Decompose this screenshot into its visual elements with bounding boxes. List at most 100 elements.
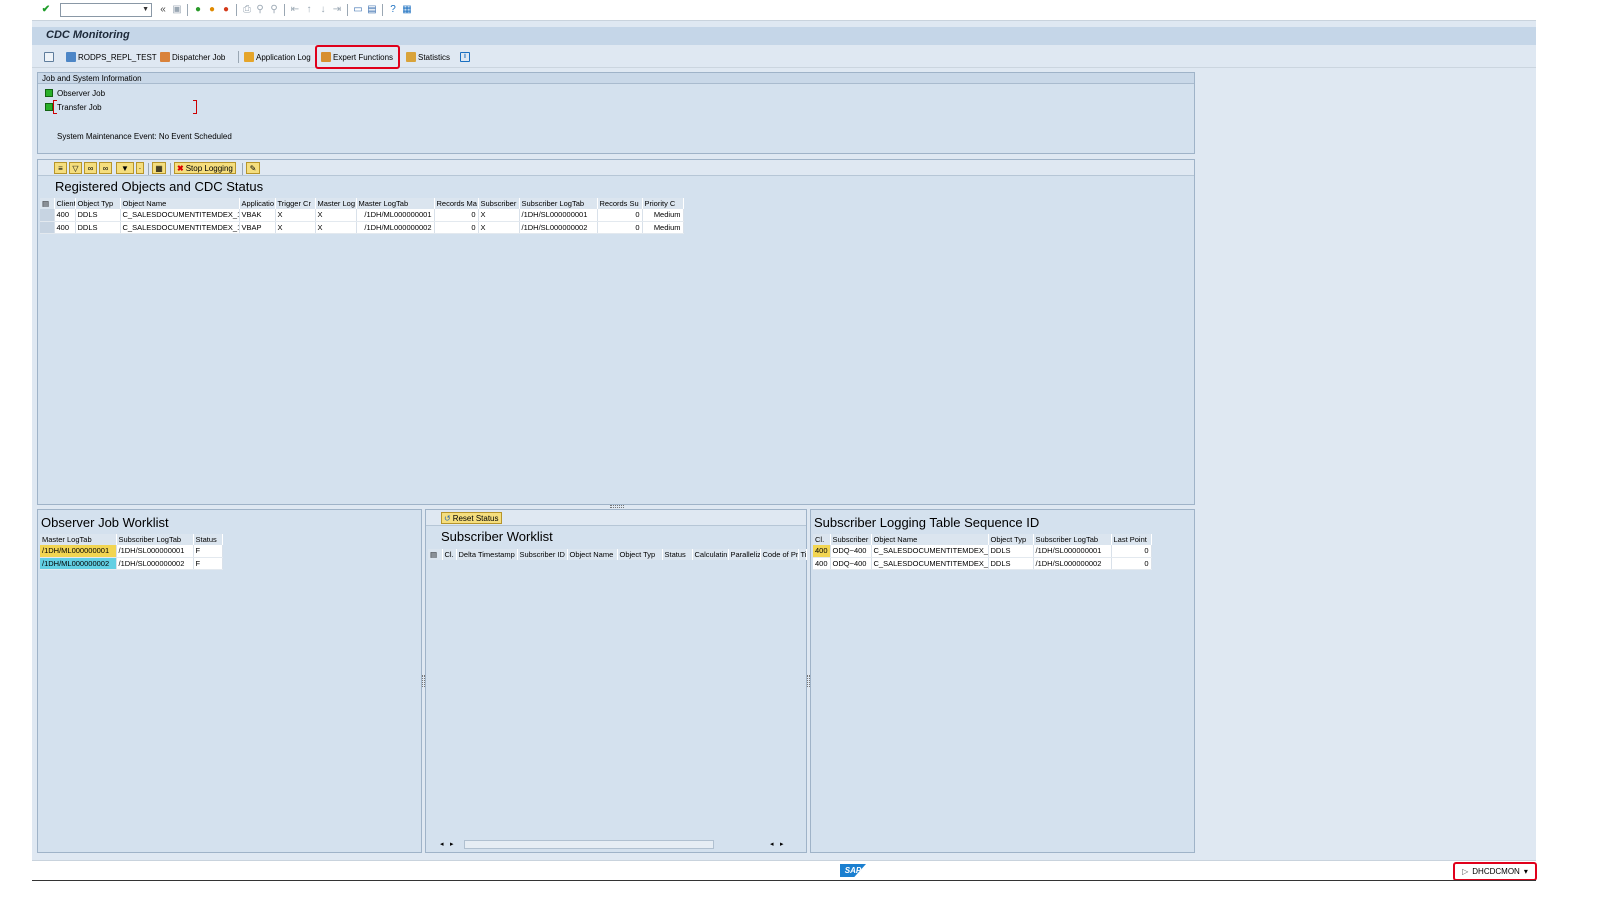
table-cell[interactable]: 400 — [813, 545, 831, 558]
dispatcher-job-button[interactable]: Dispatcher Job — [160, 51, 225, 63]
command-field[interactable]: ▼ — [60, 3, 152, 17]
table-cell: /1DH/SL000000001 — [1033, 545, 1112, 558]
table-cell: X — [478, 221, 520, 234]
info-button[interactable]: i — [460, 51, 470, 63]
column-header[interactable]: Applicatio — [239, 198, 276, 209]
previous-page-icon[interactable]: ↑ — [303, 4, 315, 16]
table-cell[interactable]: /1DH/ML000000002 — [40, 557, 117, 570]
table-row[interactable]: 400 DDLS C_SALESDOCUMENTITEMDEX_1 VBAK X… — [40, 209, 684, 222]
edit-icon[interactable]: ✎ — [246, 162, 260, 174]
find-next-icon[interactable]: ⚲ — [268, 4, 280, 16]
table-cell: /1DH/SL000000001 — [519, 209, 598, 222]
column-header[interactable]: Ti — [798, 549, 807, 560]
select-all-icon[interactable]: ▤ — [40, 198, 55, 209]
table-cell: X — [315, 221, 357, 234]
next-page-icon[interactable]: ↓ — [317, 4, 329, 16]
filter-dropdown-icon[interactable]: · — [136, 162, 144, 174]
column-header[interactable]: Calculatin — [692, 549, 729, 560]
column-header[interactable]: Subscriber — [478, 198, 520, 209]
scroll-left-end-icon[interactable]: ◂ — [770, 840, 774, 848]
observer-job-label[interactable]: Observer Job — [57, 89, 105, 98]
column-header[interactable]: Object Name — [567, 549, 618, 560]
column-header[interactable]: Subscriber — [830, 534, 872, 545]
column-header[interactable]: Object Typ — [75, 198, 121, 209]
binoculars-icon[interactable]: ∞ — [84, 162, 97, 174]
help-icon[interactable]: ? — [387, 4, 399, 16]
sort-icon[interactable]: ▽ — [69, 162, 82, 174]
refresh-button[interactable] — [44, 51, 54, 63]
stop-logging-button[interactable]: ✖ Stop Logging — [174, 162, 236, 174]
splitter-handle[interactable] — [610, 505, 624, 508]
statistics-button[interactable]: Statistics — [406, 51, 450, 63]
first-page-icon[interactable]: ⇤ — [289, 4, 301, 16]
column-header[interactable]: Subscriber LogTab — [519, 198, 598, 209]
filter-icon[interactable]: ▼ — [116, 162, 134, 174]
column-header[interactable]: Status — [193, 534, 223, 545]
save-icon[interactable]: ▣ — [171, 4, 183, 16]
reset-status-button[interactable]: ↺ Reset Status — [441, 512, 502, 524]
column-header[interactable]: Records Su — [597, 198, 643, 209]
table-header-row: Cl. Subscriber Object Name Object Typ Su… — [813, 534, 1152, 545]
column-header[interactable]: Object Name — [871, 534, 989, 545]
enter-check-icon[interactable]: ✔ — [40, 4, 52, 16]
column-header[interactable]: Master LogTab — [40, 534, 117, 545]
column-header[interactable]: Code of Pr — [760, 549, 799, 560]
back-icon[interactable]: ● — [192, 4, 204, 16]
scroll-right-end-icon[interactable]: ▸ — [780, 840, 784, 848]
column-header[interactable]: Delta Timestamp — [456, 549, 518, 560]
horizontal-scrollbar[interactable]: ◂ ▸ ◂ ▸ — [440, 839, 784, 850]
cancel-icon[interactable]: ● — [220, 4, 232, 16]
column-header[interactable]: Master Log — [315, 198, 357, 209]
rodps-repl-test-button[interactable]: RODPS_REPL_TEST — [66, 51, 157, 63]
layout-icon[interactable]: ▦ — [152, 162, 166, 174]
column-header[interactable]: Subscriber LogTab — [116, 534, 194, 545]
table-row[interactable]: 400 ODQ~400 C_SALESDOCUMENTITEMDEX_1 DDL… — [813, 545, 1152, 558]
column-header[interactable]: Subscriber ID — [517, 549, 568, 560]
column-header[interactable]: Object Name — [120, 198, 240, 209]
table-cell: /1DH/SL000000002 — [116, 557, 194, 570]
subscriber-worklist-toolbar: ↺ Reset Status — [426, 510, 806, 526]
column-header[interactable]: Trigger Cr — [275, 198, 316, 209]
create-shortcut-icon[interactable]: ▤ — [366, 4, 378, 16]
column-header[interactable]: Master LogTab — [356, 198, 435, 209]
scroll-left-icon[interactable]: ◂ — [440, 840, 444, 848]
table-row[interactable]: /1DH/ML000000002 /1DH/SL000000002 F — [40, 557, 223, 570]
chevron-down-icon[interactable]: ▼ — [142, 4, 149, 16]
table-cell[interactable]: /1DH/ML000000001 — [40, 545, 117, 558]
table-row[interactable]: 400 DDLS C_SALESDOCUMENTITEMDEX_1 VBAP X… — [40, 221, 684, 234]
details-icon[interactable]: ≡ — [54, 162, 67, 174]
scroll-right-icon[interactable]: ▸ — [450, 840, 454, 848]
table-row[interactable]: /1DH/ML000000001 /1DH/SL000000001 F — [40, 545, 223, 558]
transfer-job-label[interactable]: Transfer Job — [57, 103, 102, 112]
scrollbar-thumb[interactable] — [464, 840, 714, 849]
column-header[interactable]: Object Typ — [988, 534, 1034, 545]
exit-icon[interactable]: ● — [206, 4, 218, 16]
column-header[interactable]: Client — [54, 198, 76, 209]
find-next-grid-icon[interactable]: ∞ — [99, 162, 112, 174]
print-icon[interactable]: ⎙ — [241, 4, 253, 16]
new-session-icon[interactable]: ▭ — [352, 4, 364, 16]
double-chevron-left-icon[interactable]: « — [157, 4, 169, 16]
system-info-box[interactable]: ▷ DHCDCMON ▾ — [1453, 862, 1537, 881]
customize-layout-icon[interactable]: ▦ — [401, 4, 413, 16]
column-header[interactable]: Subscriber LogTab — [1033, 534, 1112, 545]
column-header[interactable]: Cl. — [813, 534, 831, 545]
column-header[interactable]: Status — [662, 549, 693, 560]
column-header[interactable]: Object Typ — [617, 549, 663, 560]
row-selector[interactable] — [40, 221, 55, 234]
select-all-icon[interactable]: ▤ — [428, 549, 443, 560]
chevron-down-icon[interactable]: ▾ — [1524, 867, 1528, 876]
application-log-button[interactable]: Application Log — [244, 51, 311, 63]
column-header[interactable]: Paralleliz — [728, 549, 761, 560]
sap-window: ✔ ▼ « ▣ ● ● ● ⎙ ⚲ ⚲ ⇤ ↑ ↓ ⇥ ▭ ▤ ? ▦ CDC … — [32, 0, 1536, 882]
column-header[interactable]: Last Point — [1111, 534, 1152, 545]
column-header[interactable]: Records Ma — [434, 198, 479, 209]
sequence-id-table: Cl. Subscriber Object Name Object Typ Su… — [813, 534, 1152, 570]
table-row[interactable]: 400 ODQ~400 C_SALESDOCUMENTITEMDEX_1 DDL… — [813, 557, 1152, 570]
table-header-row: Master LogTab Subscriber LogTab Status — [40, 534, 223, 545]
last-page-icon[interactable]: ⇥ — [331, 4, 343, 16]
column-header[interactable]: Cl. — [442, 549, 457, 560]
column-header[interactable]: Priority C — [642, 198, 684, 209]
row-selector[interactable] — [40, 209, 55, 222]
find-icon[interactable]: ⚲ — [254, 4, 266, 16]
